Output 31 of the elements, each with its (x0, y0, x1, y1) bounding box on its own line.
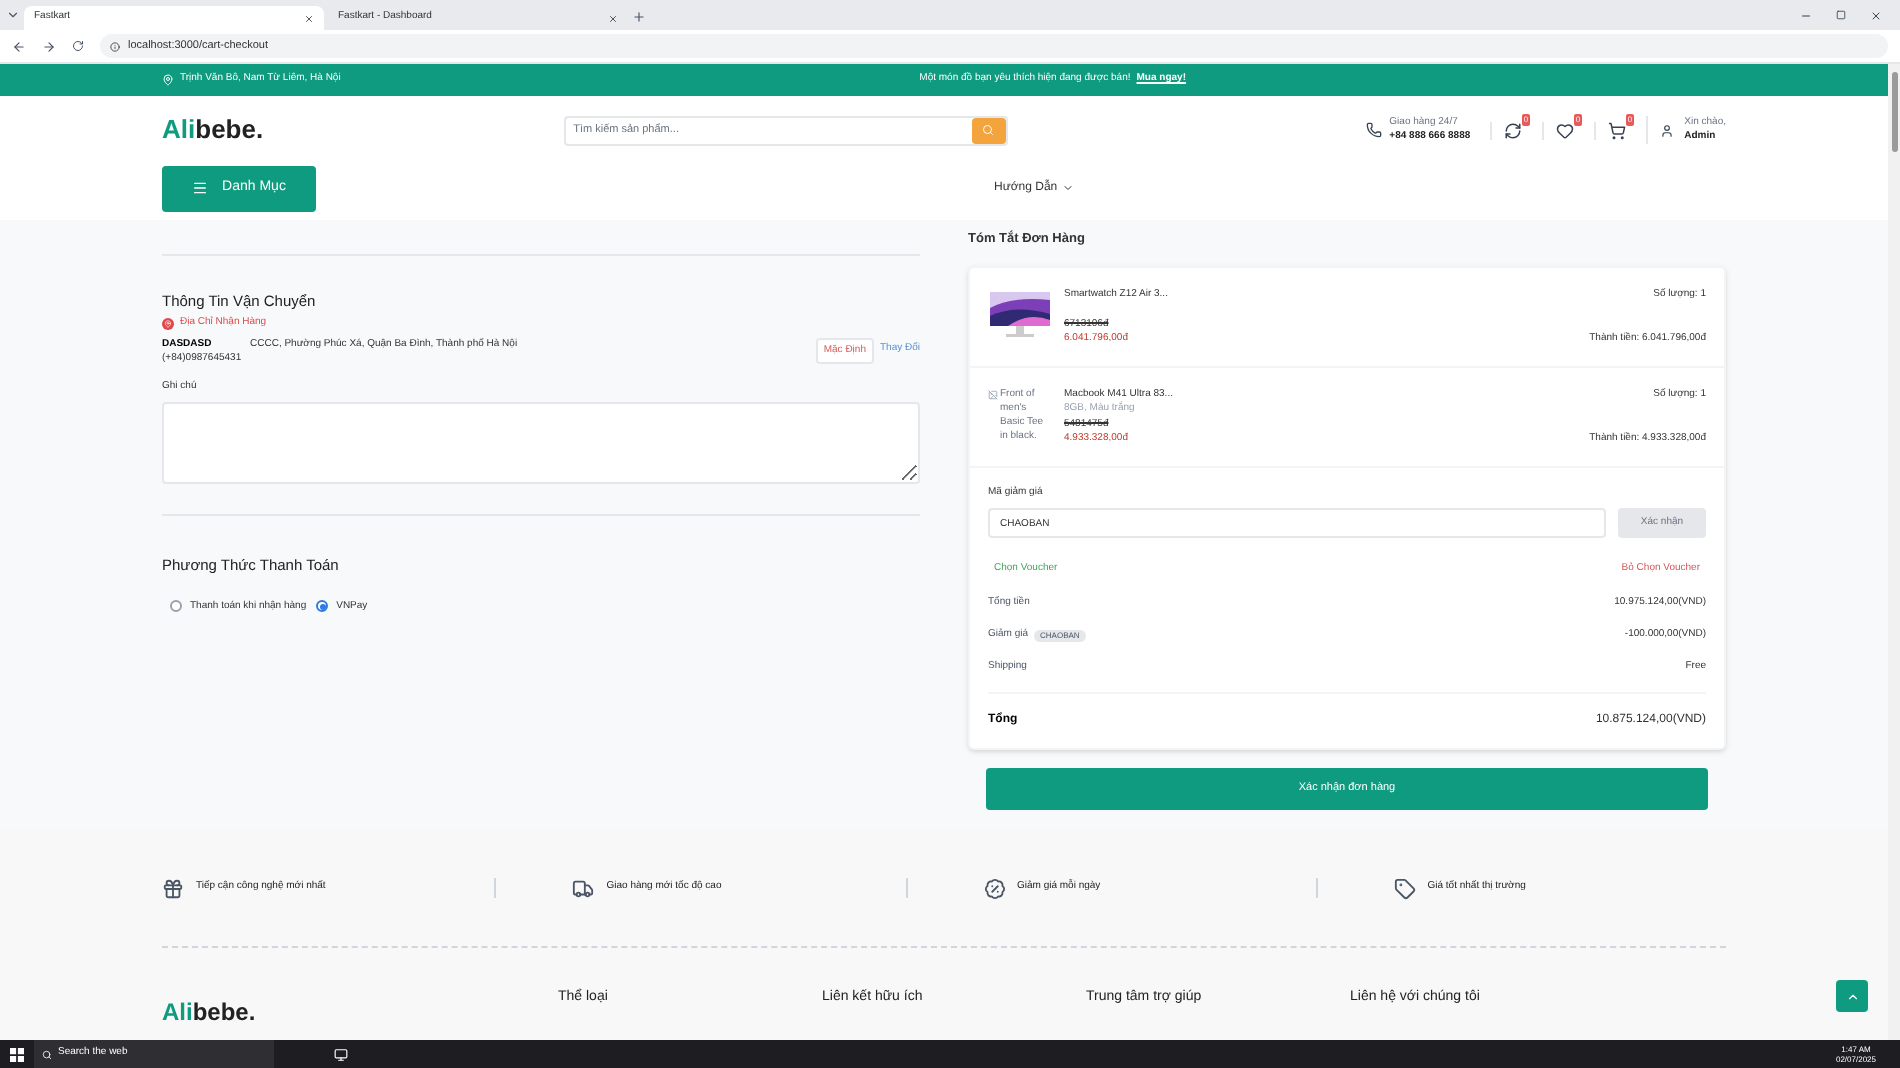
search-icon (982, 124, 995, 136)
note-field[interactable] (162, 402, 920, 485)
location-icon (162, 74, 174, 86)
gift-icon (162, 877, 184, 899)
truck-icon (572, 877, 595, 899)
scrollbar[interactable] (1888, 64, 1900, 1040)
info-icon[interactable] (110, 41, 120, 51)
new-tab-icon[interactable] (632, 10, 646, 24)
phone-icon (1365, 122, 1382, 138)
start-icon[interactable] (10, 1047, 24, 1061)
user-icon[interactable] (1660, 123, 1675, 137)
chevron-up-icon (1845, 989, 1859, 1003)
close-icon[interactable] (1870, 10, 1882, 22)
search-icon (42, 1049, 52, 1059)
app-icon[interactable] (334, 1047, 348, 1061)
reload-icon[interactable] (72, 40, 84, 52)
cart-icon[interactable] (1608, 121, 1627, 139)
back-icon[interactable] (12, 39, 26, 53)
forward-icon[interactable] (42, 39, 56, 53)
percent-icon (983, 877, 1005, 899)
chevron-down-icon (1061, 182, 1074, 194)
compare-icon[interactable] (1504, 121, 1523, 139)
menu-icon (192, 180, 209, 196)
logo[interactable]: Alibebe. (162, 998, 256, 1026)
tag-icon (1393, 877, 1416, 899)
location-icon (162, 318, 174, 330)
wishlist-icon[interactable] (1556, 121, 1575, 139)
broken-image-icon (988, 389, 998, 400)
logo[interactable]: Alibebe. (162, 110, 264, 150)
maximize-icon[interactable] (1836, 10, 1846, 20)
tab-list-icon[interactable] (6, 8, 20, 22)
